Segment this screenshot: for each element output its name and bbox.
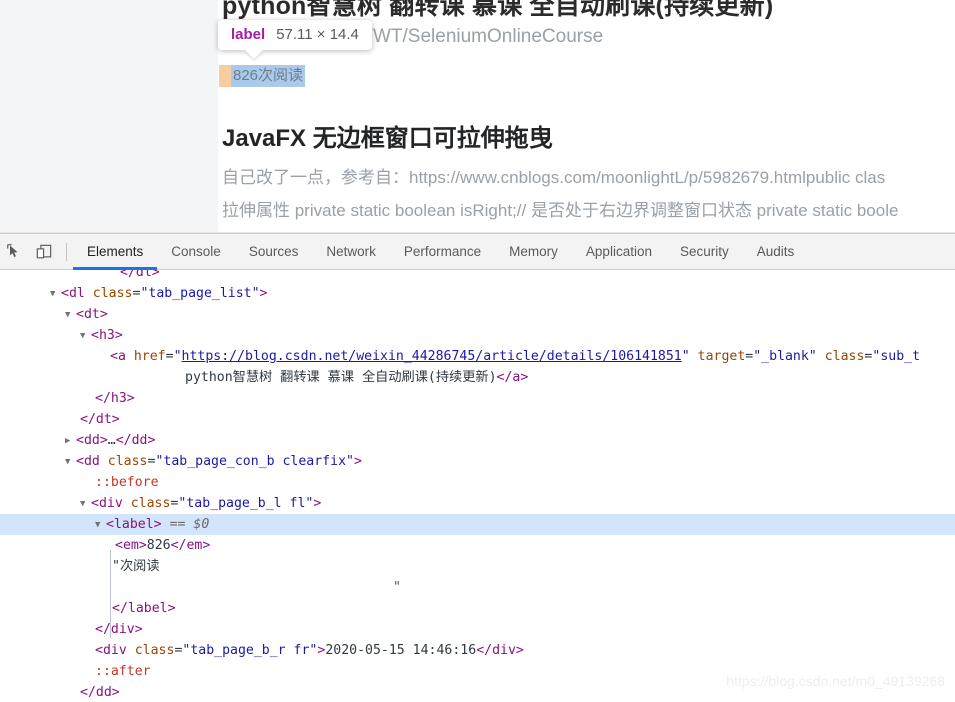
selected-node-marker: == $0	[170, 517, 210, 532]
dom-pseudo-before: ::before	[95, 475, 159, 490]
tab-application[interactable]: Application	[572, 234, 666, 269]
dom-attr-value: "tab_page_b_r fr"	[182, 643, 317, 658]
tab-network[interactable]: Network	[312, 234, 390, 269]
dom-row[interactable]: </dt>	[0, 409, 955, 430]
dom-attr-class: class	[135, 643, 175, 658]
highlight-padding-box	[219, 65, 231, 87]
dom-tag-div: div	[103, 643, 127, 658]
dom-text-node-read: "次阅读	[112, 559, 160, 574]
dom-tag-em-open: <em>	[115, 538, 147, 553]
dom-row[interactable]: "次阅读	[0, 556, 955, 577]
dom-tag-dd: dd	[84, 454, 100, 469]
dom-row[interactable]: python智慧树 翻转课 慕课 全自动刷课(持续更新)</a>	[0, 367, 955, 388]
expand-triangle-icon[interactable]: ▼	[95, 515, 106, 536]
dom-row[interactable]: <div class="tab_page_b_r fr">2020-05-15 …	[0, 640, 955, 661]
element-inspect-tooltip: label 57.11 × 14.4	[218, 20, 372, 50]
expand-triangle-icon[interactable]: ▼	[50, 284, 61, 305]
tab-memory[interactable]: Memory	[495, 234, 572, 269]
device-toolbar-icon[interactable]	[30, 238, 58, 266]
dom-tree-view[interactable]: </dl> ▼<dl class="tab_page_list"> ▼<dt> …	[0, 270, 955, 702]
highlight-content-box: 826次阅读	[231, 65, 305, 87]
tab-security[interactable]: Security	[666, 234, 743, 269]
article-excerpt-line-2: 拉伸属性 private static boolean isRight;// 是…	[222, 196, 898, 221]
dom-row[interactable]: ▼<div class="tab_page_b_l fl">	[0, 493, 955, 514]
dom-tag-h3: h3	[99, 328, 115, 343]
expand-triangle-icon[interactable]: ▼	[80, 494, 91, 515]
watermark-text: https://blog.csdn.net/m0_49139268	[726, 671, 945, 692]
article-excerpt-line-1: 自己改了一点，参考自：https://www.cnblogs.com/moonl…	[222, 163, 885, 188]
dom-tag-a-close: </a>	[497, 370, 529, 385]
dom-tag-div: div	[99, 496, 123, 511]
dom-row[interactable]: ::before	[0, 472, 955, 493]
tab-sources[interactable]: Sources	[235, 234, 313, 269]
tab-console[interactable]: Console	[157, 234, 235, 269]
tab-audits[interactable]: Audits	[743, 234, 809, 269]
expand-triangle-icon[interactable]: ▼	[80, 326, 91, 347]
devtools-tab-bar: Elements Console Sources Network Perform…	[73, 234, 808, 269]
tab-elements[interactable]: Elements	[73, 234, 157, 269]
tab-performance[interactable]: Performance	[390, 234, 495, 269]
dom-row[interactable]: <a href="https://blog.csdn.net/weixin_44…	[0, 346, 955, 367]
dom-row[interactable]: ▶<dd>…</dd>	[0, 430, 955, 451]
dom-attr-class: class	[825, 349, 865, 364]
dom-attr-href: href	[134, 349, 166, 364]
dom-timestamp-text: 2020-05-15 14:46:16	[325, 643, 476, 658]
dom-tag-em-close: </em>	[171, 538, 211, 553]
devtools-toolbar: Elements Console Sources Network Perform…	[0, 234, 955, 270]
article-title-top[interactable]: python智慧树 翻转课 慕课 全自动刷课(持续更新)	[222, 0, 773, 22]
dom-ellipsis: …	[108, 433, 116, 448]
expand-triangle-icon[interactable]: ▼	[65, 452, 76, 473]
dom-row[interactable]: ▼<h3>	[0, 325, 955, 346]
dom-attr-class: class	[93, 286, 133, 301]
dom-attr-class: class	[131, 496, 171, 511]
collapse-triangle-icon[interactable]: ▶	[65, 431, 76, 452]
page-left-sidebar	[0, 0, 218, 233]
dom-row[interactable]: <em>826</em>	[0, 535, 955, 556]
dom-tag-dd-open: <dd>	[76, 433, 108, 448]
dom-tag-dd-close: </dd>	[116, 433, 156, 448]
dom-attr-value: "tab_page_con_b clearfix"	[155, 454, 354, 469]
dom-pseudo-after: ::after	[95, 664, 151, 679]
tooltip-tag-name: label	[231, 26, 265, 43]
dom-row[interactable]: ▼<dt>	[0, 304, 955, 325]
article-title-second[interactable]: JavaFX 无边框窗口可拉伸拖曳	[222, 118, 553, 153]
dom-tag-a: a	[118, 349, 126, 364]
dom-row[interactable]: ▼<dl class="tab_page_list">	[0, 283, 955, 304]
dom-em-text: 826	[147, 538, 171, 553]
dom-tag-h3-close: </h3>	[95, 391, 135, 406]
devtools-panel: Elements Console Sources Network Perform…	[0, 233, 955, 702]
page-content-area: python智慧树 翻转课 慕课 全自动刷课(持续更新) /github.com…	[218, 0, 955, 233]
dom-row[interactable]: </h3>	[0, 388, 955, 409]
dom-attr-value: "tab_page_b_l fl"	[178, 496, 313, 511]
dom-tag-label: label	[114, 517, 154, 532]
toolbar-separator	[66, 243, 67, 261]
browser-page-viewport: python智慧树 翻转课 慕课 全自动刷课(持续更新) /github.com…	[0, 0, 955, 233]
dom-tag-dt-close: </dt>	[80, 412, 120, 427]
dom-tag-div-close: </div>	[476, 643, 524, 658]
dom-row-selected[interactable]: ▼<label> == $0	[0, 514, 955, 535]
inspect-cursor-icon[interactable]	[0, 238, 28, 266]
dom-tag-dt: dt	[84, 307, 100, 322]
dom-attr-target: target	[698, 349, 746, 364]
tooltip-pointer-icon	[245, 50, 263, 59]
dom-row[interactable]: ▼<dd class="tab_page_con_b clearfix">	[0, 451, 955, 472]
dom-text-node-quote-end: "	[393, 580, 401, 595]
dom-class-value-truncated: "sub_t	[872, 349, 920, 364]
dom-text-node: python智慧树 翻转课 慕课 全自动刷课(持续更新)	[185, 370, 497, 385]
dom-tag-dd-close: </dd>	[80, 685, 120, 700]
dom-tag-label-close: </label>	[112, 601, 176, 616]
dom-attr-class: class	[108, 454, 148, 469]
highlighted-label-element[interactable]: 826次阅读	[219, 65, 305, 87]
dom-row[interactable]: </label>	[0, 598, 955, 619]
dom-row[interactable]: </div>	[0, 619, 955, 640]
dom-attr-value: "tab_page_list"	[140, 286, 259, 301]
expand-triangle-icon[interactable]: ▼	[65, 305, 76, 326]
dom-href-link[interactable]: https://blog.csdn.net/weixin_44286745/ar…	[182, 349, 682, 364]
dom-row-clipped-dl-close: </dl>	[120, 270, 160, 283]
dom-target-value: "_blank"	[753, 349, 817, 364]
dom-tag-dl: dl	[69, 286, 85, 301]
tooltip-dimensions: 57.11 × 14.4	[276, 26, 359, 43]
dom-row[interactable]: "	[0, 577, 955, 598]
dom-tag-div-close: </div>	[95, 622, 143, 637]
